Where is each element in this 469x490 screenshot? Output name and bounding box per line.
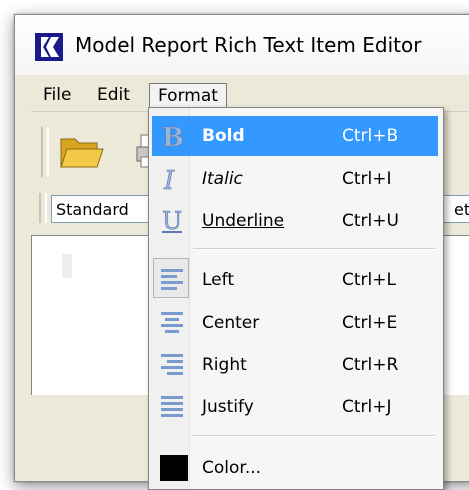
menu-item-label: Justify bbox=[202, 397, 254, 417]
menu-item-label: Right bbox=[202, 355, 247, 375]
align-left-icon bbox=[161, 269, 183, 290]
menu-item-shortcut: Ctrl+R bbox=[342, 355, 399, 375]
underline-icon: U bbox=[162, 207, 183, 235]
menu-item-right[interactable]: Right Ctrl+R bbox=[152, 345, 438, 385]
menu-item-underline[interactable]: U Underline Ctrl+U bbox=[152, 201, 438, 241]
menu-item-italic[interactable]: I Italic Ctrl+I bbox=[152, 159, 438, 199]
title-bar: Model Report Rich Text Item Editor bbox=[15, 15, 469, 75]
align-justify-icon bbox=[161, 396, 183, 417]
menu-item-shortcut: Ctrl+L bbox=[342, 270, 396, 290]
italic-icon: I bbox=[163, 166, 176, 193]
format-menu-dropdown: B Bold Ctrl+B I Italic Ctrl+I U Underlin… bbox=[148, 107, 444, 490]
toolbar-grip[interactable] bbox=[41, 127, 49, 177]
menu-item-label: Color... bbox=[202, 458, 262, 478]
menu-separator bbox=[193, 435, 435, 437]
svg-text:I: I bbox=[163, 166, 175, 193]
menu-item-label: Bold bbox=[202, 126, 245, 146]
menu-item-justify[interactable]: Justify Ctrl+J bbox=[152, 387, 438, 427]
menu-item-bold[interactable]: B Bold Ctrl+B bbox=[152, 116, 438, 156]
menu-item-label: Italic bbox=[202, 169, 243, 189]
align-center-icon bbox=[161, 312, 183, 333]
menu-item-left[interactable]: Left Ctrl+L bbox=[152, 260, 438, 300]
window-title: Model Report Rich Text Item Editor bbox=[75, 33, 422, 57]
menu-separator bbox=[193, 248, 435, 250]
menu-item-shortcut: Ctrl+E bbox=[342, 313, 398, 333]
menu-item-label: Center bbox=[202, 313, 260, 333]
font-select[interactable]: etic bbox=[441, 195, 469, 223]
menu-format[interactable]: Format bbox=[149, 83, 227, 108]
menu-edit[interactable]: Edit bbox=[89, 83, 138, 107]
menu-item-shortcut: Ctrl+I bbox=[342, 169, 392, 189]
app-logo-icon bbox=[35, 33, 63, 61]
menu-item-shortcut: Ctrl+J bbox=[342, 397, 392, 417]
menu-item-label: Underline bbox=[202, 211, 285, 231]
bold-icon: B bbox=[162, 123, 185, 150]
menu-item-shortcut: Ctrl+U bbox=[342, 211, 399, 231]
format-toolbar-grip[interactable] bbox=[39, 193, 47, 223]
menu-file[interactable]: File bbox=[35, 83, 79, 107]
menu-item-shortcut: Ctrl+B bbox=[342, 126, 399, 146]
align-right-icon bbox=[161, 354, 183, 375]
color-swatch-icon bbox=[160, 455, 188, 481]
open-folder-icon[interactable] bbox=[59, 131, 105, 171]
menu-item-label: Left bbox=[202, 270, 234, 290]
text-caret bbox=[62, 254, 72, 278]
svg-text:U: U bbox=[162, 207, 182, 235]
svg-text:B: B bbox=[162, 123, 184, 150]
menu-item-center[interactable]: Center Ctrl+E bbox=[152, 303, 438, 343]
menu-item-color[interactable]: Color... bbox=[152, 448, 438, 488]
